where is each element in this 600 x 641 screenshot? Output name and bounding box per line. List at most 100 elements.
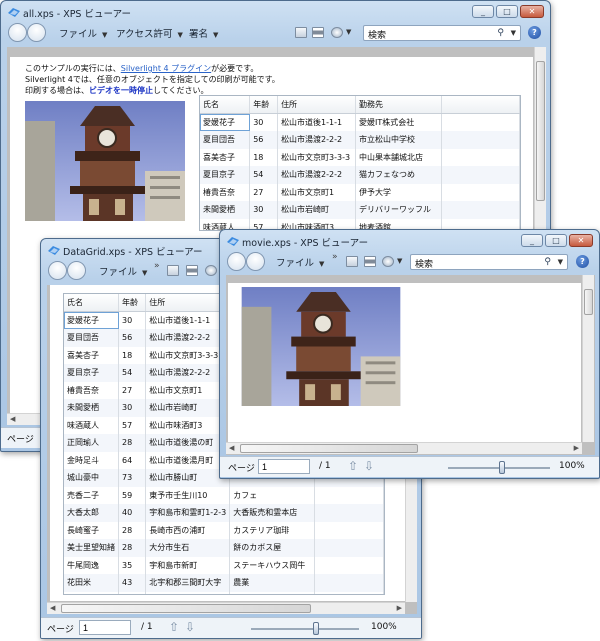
table-cell[interactable]: 松山市道後1-1-1 (277, 113, 356, 131)
print-icon[interactable] (364, 256, 376, 267)
table-cell[interactable]: 松山市湯渡2-2-2 (277, 131, 356, 149)
menu-file[interactable]: ファイル ▼ (59, 26, 107, 40)
table-cell[interactable]: 椿貴吾奈 (200, 183, 251, 201)
table-cell[interactable]: 喜美杏子 (200, 148, 251, 166)
column-header[interactable]: 年齢 (249, 96, 279, 114)
table-cell[interactable]: 松山市道後1-1-1 (145, 311, 231, 329)
maximize-button[interactable]: □ (545, 234, 567, 247)
menu-signature[interactable]: 署名 ▼ (189, 26, 218, 40)
table-cell[interactable]: 夏目団吾 (64, 329, 119, 347)
table-row[interactable]: 喜美杏子 18 松山市文京町3-3-3 中山果本舗城北店 (200, 148, 520, 166)
print-icon[interactable] (312, 27, 324, 38)
column-header[interactable]: 勤務先 (355, 96, 442, 114)
table-cell[interactable]: 松山市文京町1 (145, 381, 231, 399)
table-cell[interactable] (441, 148, 520, 166)
column-header[interactable]: 氏名 (64, 294, 119, 312)
table-cell[interactable]: 松山市文京町3-3-3 (145, 346, 231, 364)
chevron-down-icon[interactable]: ▼ (346, 28, 351, 36)
table-cell[interactable]: 喜美杏子 (64, 346, 119, 364)
table-row[interactable]: 未間愛栖 30 松山市岩崎町 デリバリーワッフル (200, 201, 520, 219)
table-cell[interactable]: 27 (118, 381, 147, 399)
table-row[interactable]: 椿貴吾奈 27 松山市文京町1 伊予大学 (200, 183, 520, 201)
table-cell[interactable]: 松山市湯渡2-2-2 (277, 166, 356, 184)
table-cell[interactable]: 松山市道後湯月町 (145, 451, 231, 469)
table-row[interactable]: 売香二子 59 東予市壬生川10 カフェ (64, 486, 384, 504)
menu-file[interactable]: ファイル ▼ (99, 264, 147, 278)
table-cell[interactable]: 東予市壬生川10 (145, 486, 231, 504)
table-cell[interactable]: 松山市味酒町3 (145, 416, 231, 434)
table-cell[interactable]: 30 (249, 113, 279, 131)
table-cell[interactable]: 愛媛花子 (64, 311, 119, 329)
close-button[interactable]: ✕ (520, 5, 544, 18)
table-cell[interactable] (314, 521, 384, 539)
titlebar[interactable]: all.xps - XPS ビューアー _ □ ✕ (1, 1, 550, 23)
menu-permissions[interactable]: アクセス許可 ▼ (116, 26, 183, 40)
page-number-input[interactable] (258, 459, 310, 474)
forward-button[interactable] (67, 261, 86, 280)
permissions-icon[interactable] (382, 256, 394, 267)
table-cell[interactable]: 59 (118, 486, 147, 504)
table-cell[interactable]: 伊予大学 (355, 183, 442, 201)
maximize-button[interactable]: □ (496, 5, 518, 18)
table-cell[interactable]: 64 (118, 451, 147, 469)
page-number-input[interactable] (79, 620, 131, 635)
table-cell[interactable]: 大分市生石 (145, 539, 231, 557)
table-cell[interactable]: 市立松山中学校 (355, 131, 442, 149)
previous-page-icon[interactable]: ⇧ (169, 620, 179, 634)
search-box[interactable]: 検索 ⚲ ▼ (410, 254, 568, 270)
table-cell[interactable]: 35 (118, 556, 147, 574)
minimize-button[interactable]: _ (521, 234, 543, 247)
table-cell[interactable]: 未間愛栖 (200, 201, 251, 219)
print-icon[interactable] (186, 265, 198, 276)
table-cell[interactable]: 松山市文京町1 (277, 183, 356, 201)
table-cell[interactable] (314, 539, 384, 557)
silverlight-link[interactable]: Silverlight 4 プラグイン (121, 64, 211, 73)
table-cell[interactable]: 18 (249, 148, 279, 166)
table-row[interactable]: 夏目団吾 56 松山市湯渡2-2-2 市立松山中学校 (200, 131, 520, 149)
scroll-left-icon[interactable]: ◀ (229, 444, 234, 452)
table-cell[interactable]: 30 (118, 399, 147, 417)
table-cell[interactable]: 金時足斗 (64, 451, 119, 469)
table-cell[interactable] (441, 166, 520, 184)
search-icon[interactable]: ⚲ (497, 28, 504, 38)
table-cell[interactable] (314, 574, 384, 592)
table-cell[interactable]: 30 (249, 201, 279, 219)
scroll-right-icon[interactable]: ▶ (574, 444, 579, 452)
back-button[interactable] (227, 252, 246, 271)
table-cell[interactable]: 28 (118, 521, 147, 539)
scroll-thumb[interactable] (536, 61, 545, 201)
table-row[interactable]: 牛尾岡逸 35 宇和島市新町 ステーキハウス岡牛 (64, 556, 384, 574)
table-cell[interactable]: 猫カフェなつめ (355, 166, 442, 184)
horizontal-scrollbar[interactable]: ◀ ▶ (226, 442, 582, 454)
table-cell[interactable] (314, 591, 384, 594)
table-cell[interactable]: 味酒蔵人 (64, 416, 119, 434)
page-view-icon[interactable] (346, 256, 358, 267)
table-cell[interactable]: 松山市勝山町 (145, 469, 231, 487)
table-cell[interactable]: 54 (118, 364, 147, 382)
table-row[interactable]: 美士里望知緒 28 大分市生石 餅のカボス屋 (64, 539, 384, 557)
table-cell[interactable]: 松山市道後湯の町 (145, 434, 231, 452)
table-cell[interactable]: 城山豪中 (64, 469, 119, 487)
table-row[interactable]: 大香太郎 40 宇和島市和霊町1-2-3 大香販売和霊本店 (64, 504, 384, 522)
table-row[interactable]: 夏目京子 54 松山市湯渡2-2-2 猫カフェなつめ (200, 166, 520, 184)
table-cell[interactable]: 56 (118, 329, 147, 347)
search-box[interactable]: 検索 ⚲ ▼ (363, 25, 521, 41)
data-grid[interactable]: 氏名 年齢 住所 勤務先 愛媛花子 30 松山市道後1-1-1 愛媛IT株式会社 夏目団… (199, 95, 521, 231)
zoom-slider[interactable] (251, 628, 359, 630)
table-cell[interactable]: 花田米 (64, 574, 119, 592)
table-cell[interactable]: 54 (249, 166, 279, 184)
table-cell[interactable]: 長崎市西の浦町 (145, 521, 231, 539)
table-cell[interactable] (314, 504, 384, 522)
table-cell[interactable]: 松山市湯渡2-2-2 (145, 329, 231, 347)
table-cell[interactable]: 松山市岩崎町 (145, 399, 231, 417)
scroll-thumb[interactable] (61, 604, 311, 613)
column-header[interactable]: 氏名 (200, 96, 251, 114)
scroll-thumb[interactable] (240, 444, 418, 453)
table-cell[interactable]: 日本一鯛店 (229, 591, 316, 594)
table-cell[interactable]: 30 (118, 311, 147, 329)
minimize-button[interactable]: _ (472, 5, 494, 18)
chevron-down-icon[interactable]: ▼ (397, 257, 402, 265)
permissions-icon[interactable] (331, 27, 343, 38)
column-header[interactable]: 住所 (277, 96, 356, 114)
close-button[interactable]: ✕ (569, 234, 593, 247)
